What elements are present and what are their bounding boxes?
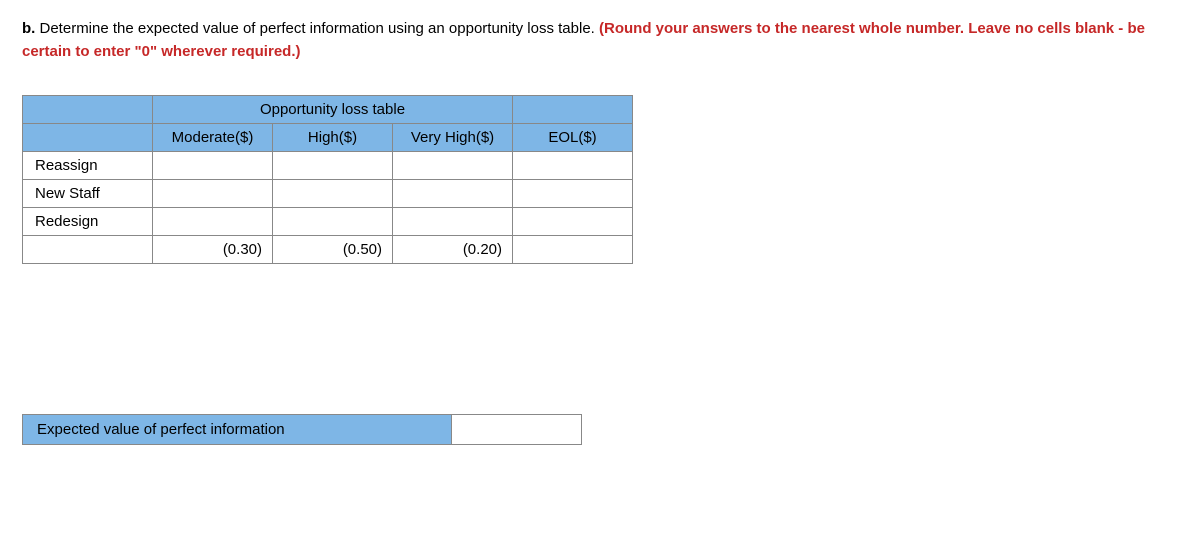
- header-blank-eol: [513, 96, 633, 124]
- probability-row: (0.30) (0.50) (0.20): [23, 236, 633, 264]
- opportunity-loss-table-container: Opportunity loss table Moderate($) High(…: [22, 95, 1178, 264]
- table-row: New Staff: [23, 180, 633, 208]
- evpi-row: Expected value of perfect information: [22, 414, 1178, 445]
- opportunity-loss-table: Opportunity loss table Moderate($) High(…: [22, 95, 633, 264]
- row-label-reassign: Reassign: [23, 152, 153, 180]
- col-eol: EOL($): [513, 124, 633, 152]
- input-reassign-eol[interactable]: [523, 157, 622, 174]
- row-label-prob: [23, 236, 153, 264]
- header-blank-row2: [23, 124, 153, 152]
- input-newstaff-eol[interactable]: [523, 185, 622, 202]
- col-veryhigh: Very High($): [393, 124, 513, 152]
- input-newstaff-veryhigh[interactable]: [403, 185, 502, 202]
- row-label-redesign: Redesign: [23, 208, 153, 236]
- input-reassign-high[interactable]: [283, 157, 382, 174]
- question-text: b. Determine the expected value of perfe…: [22, 18, 1178, 63]
- header-blank: [23, 96, 153, 124]
- row-label-newstaff: New Staff: [23, 180, 153, 208]
- prob-moderate: (0.30): [153, 236, 273, 264]
- question-body: Determine the expected value of perfect …: [35, 20, 599, 37]
- prob-eol-blank: [513, 236, 633, 264]
- table-row: Redesign: [23, 208, 633, 236]
- question-prefix: b.: [22, 20, 35, 37]
- prob-high: (0.50): [273, 236, 393, 264]
- evpi-input-wrap: [452, 414, 582, 445]
- input-redesign-moderate[interactable]: [163, 213, 262, 230]
- input-reassign-moderate[interactable]: [163, 157, 262, 174]
- input-reassign-veryhigh[interactable]: [403, 157, 502, 174]
- input-newstaff-high[interactable]: [283, 185, 382, 202]
- input-newstaff-moderate[interactable]: [163, 185, 262, 202]
- input-redesign-high[interactable]: [283, 213, 382, 230]
- table-row: Reassign: [23, 152, 633, 180]
- input-redesign-eol[interactable]: [523, 213, 622, 230]
- table-title: Opportunity loss table: [153, 96, 513, 124]
- col-high: High($): [273, 124, 393, 152]
- evpi-input[interactable]: [458, 422, 575, 438]
- input-redesign-veryhigh[interactable]: [403, 213, 502, 230]
- col-moderate: Moderate($): [153, 124, 273, 152]
- prob-veryhigh: (0.20): [393, 236, 513, 264]
- evpi-label: Expected value of perfect information: [22, 414, 452, 445]
